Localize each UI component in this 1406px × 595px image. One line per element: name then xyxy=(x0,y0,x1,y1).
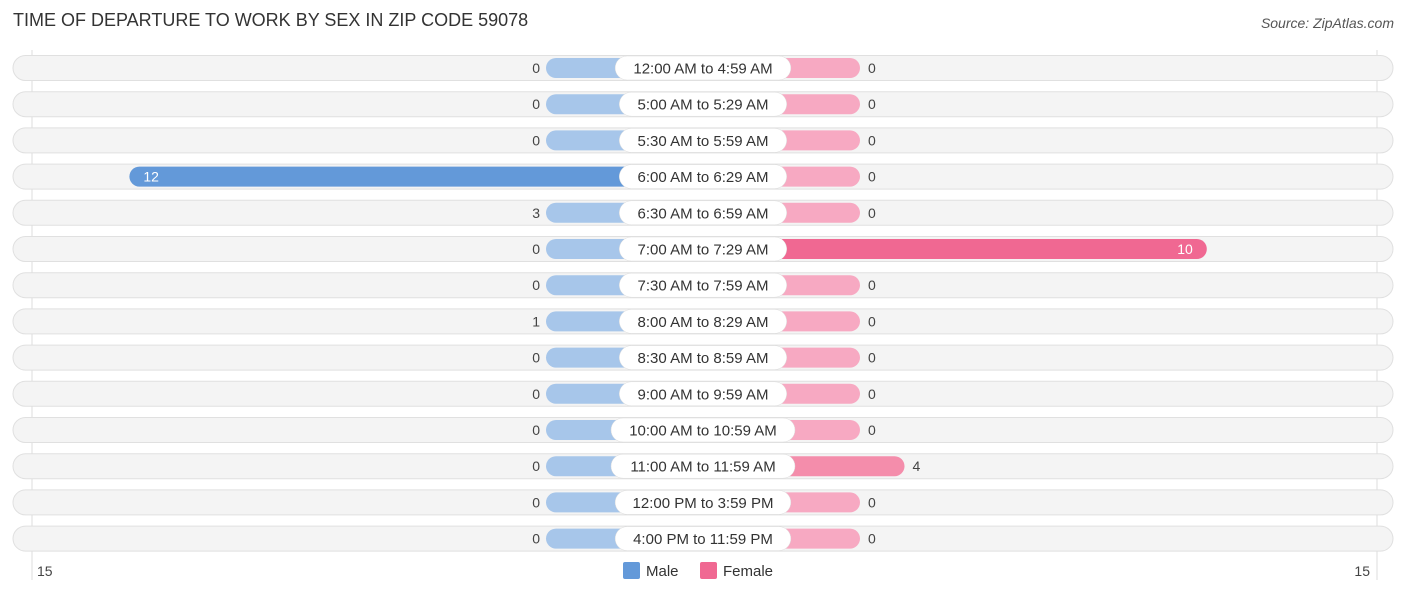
category-label: 12:00 AM to 4:59 AM xyxy=(633,61,772,78)
male-value-label: 0 xyxy=(532,60,540,76)
female-value-label: 10 xyxy=(1177,241,1193,257)
female-value-label: 0 xyxy=(868,60,876,76)
category-label: 4:00 PM to 11:59 PM xyxy=(633,531,773,548)
female-value-label: 0 xyxy=(868,531,876,547)
female-value-label: 0 xyxy=(868,422,876,438)
male-value-label: 12 xyxy=(143,169,159,185)
male-value-label: 0 xyxy=(532,422,540,438)
axis-label-left: 15 xyxy=(37,563,53,579)
category-label: 11:00 AM to 11:59 AM xyxy=(630,459,775,476)
category-label: 12:00 PM to 3:59 PM xyxy=(633,495,774,512)
male-value-label: 0 xyxy=(532,350,540,366)
category-label: 9:00 AM to 9:59 AM xyxy=(638,386,769,403)
male-value-label: 0 xyxy=(532,458,540,474)
male-value-label: 0 xyxy=(532,494,540,510)
female-value-label: 0 xyxy=(868,277,876,293)
category-label: 5:30 AM to 5:59 AM xyxy=(638,133,769,150)
female-value-label: 0 xyxy=(868,313,876,329)
male-value-label: 0 xyxy=(532,96,540,112)
category-label: 8:30 AM to 8:59 AM xyxy=(638,350,769,367)
male-value-label: 1 xyxy=(532,313,540,329)
male-value-label: 0 xyxy=(532,386,540,402)
legend-label-male: Male xyxy=(646,563,679,580)
female-value-label: 4 xyxy=(913,458,921,474)
male-value-label: 0 xyxy=(532,531,540,547)
category-label: 6:30 AM to 6:59 AM xyxy=(638,205,769,222)
axis-label-right: 15 xyxy=(1354,563,1370,579)
male-value-label: 0 xyxy=(532,241,540,257)
category-label: 5:00 AM to 5:29 AM xyxy=(638,97,769,114)
category-label: 6:00 AM to 6:29 AM xyxy=(638,169,769,186)
legend-swatch-male xyxy=(623,562,640,579)
female-value-label: 0 xyxy=(868,132,876,148)
chart-svg: 0 0 12:00 AM to 4:59 AM 0 0 5:00 AM to 5:29 A… xyxy=(12,50,1394,580)
female-value-label: 0 xyxy=(868,96,876,112)
male-bar xyxy=(129,166,703,187)
legend-swatch-female xyxy=(700,562,717,579)
male-value-label: 0 xyxy=(532,132,540,148)
female-value-label: 0 xyxy=(868,350,876,366)
female-value-label: 0 xyxy=(868,205,876,221)
male-value-label: 3 xyxy=(532,205,540,221)
category-label: 10:00 AM to 10:59 AM xyxy=(629,423,777,440)
legend-label-female: Female xyxy=(723,563,773,580)
male-value-label: 0 xyxy=(532,277,540,293)
category-label: 7:30 AM to 7:59 AM xyxy=(638,278,769,295)
female-value-label: 0 xyxy=(868,386,876,402)
category-label: 7:00 AM to 7:29 AM xyxy=(638,242,769,259)
category-label: 8:00 AM to 8:29 AM xyxy=(638,314,769,331)
female-value-label: 0 xyxy=(868,494,876,510)
female-value-label: 0 xyxy=(868,169,876,185)
